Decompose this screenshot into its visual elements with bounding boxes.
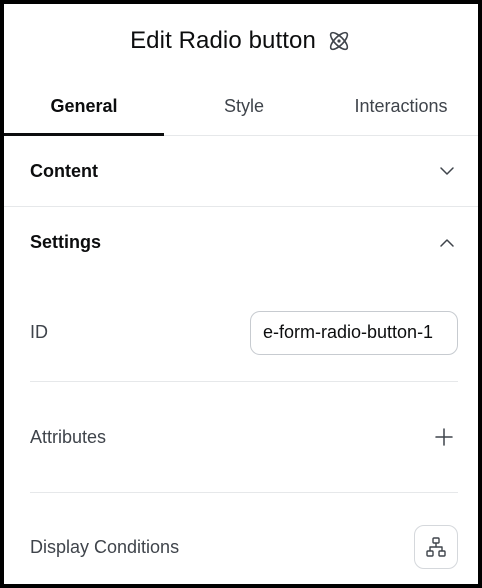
- tab-style[interactable]: Style: [164, 78, 324, 135]
- settings-body: ID Attributes Display Conditions: [4, 278, 478, 584]
- panel-header: Edit Radio button: [4, 4, 478, 78]
- tab-interactions[interactable]: Interactions: [324, 78, 478, 135]
- atom-icon: [326, 28, 352, 54]
- attributes-label: Attributes: [30, 426, 107, 447]
- attributes-row: Attributes: [30, 382, 458, 492]
- id-row: ID: [30, 278, 458, 381]
- edit-panel: Edit Radio button General Style Interact…: [4, 4, 478, 584]
- chevron-down-icon: [438, 162, 456, 180]
- plus-icon[interactable]: [432, 425, 456, 449]
- id-input[interactable]: [250, 310, 458, 355]
- display-conditions-button[interactable]: [414, 525, 458, 569]
- panel-title: Edit Radio button: [130, 27, 316, 54]
- section-settings-label: Settings: [30, 232, 102, 252]
- sitemap-icon: [425, 536, 447, 558]
- tab-general[interactable]: General: [4, 78, 164, 136]
- section-settings-header[interactable]: Settings: [4, 207, 478, 278]
- section-content-label: Content: [30, 160, 98, 181]
- tab-bar: General Style Interactions: [4, 78, 478, 136]
- id-label: ID: [30, 322, 48, 342]
- display-conditions-label: Display Conditions: [30, 536, 180, 557]
- chevron-up-icon: [438, 234, 456, 252]
- display-conditions-row: Display Conditions: [30, 493, 458, 584]
- section-content-header[interactable]: Content: [4, 136, 478, 207]
